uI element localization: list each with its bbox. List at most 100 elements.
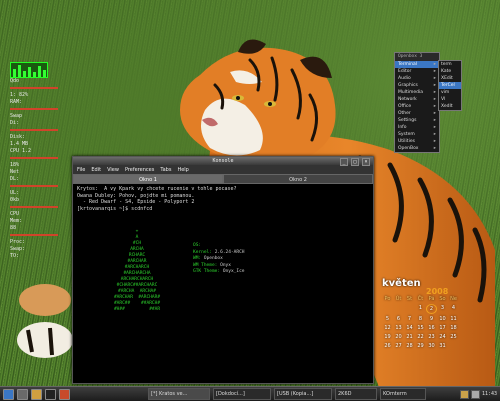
menu-item-audio[interactable]: Audio ▸ <box>395 75 439 82</box>
clock[interactable]: 11:43 <box>482 391 497 397</box>
calendar-day[interactable]: 24 <box>437 333 448 341</box>
minimize-button[interactable]: _ <box>340 158 348 166</box>
calendar-day[interactable]: 7 <box>404 315 415 323</box>
menu-item-terminal[interactable]: Terminal ▸ <box>395 61 439 68</box>
calendar-day[interactable]: 22 <box>415 333 426 341</box>
calendar-day[interactable] <box>382 304 393 314</box>
calendar-day[interactable] <box>448 342 459 350</box>
tray-icon[interactable] <box>459 389 469 399</box>
calendar-day[interactable]: 2 <box>426 304 437 314</box>
menu-view[interactable]: View <box>107 167 119 173</box>
submenu-item[interactable]: VI <box>439 96 461 103</box>
desktop-icon[interactable] <box>17 388 28 400</box>
calendar-day[interactable] <box>393 304 404 314</box>
calendar-day[interactable]: 23 <box>426 333 437 341</box>
calendar-day[interactable]: 12 <box>382 324 393 332</box>
calendar-day[interactable]: 11 <box>448 315 459 323</box>
terminal-launcher-icon[interactable] <box>45 388 56 400</box>
calendar-day[interactable]: 8 <box>415 315 426 323</box>
tab-okno-2[interactable]: Okno 2 <box>223 174 373 184</box>
taskbar-task[interactable]: KOmterm <box>380 388 426 400</box>
maximize-button[interactable]: □ <box>351 158 359 166</box>
calendar-day[interactable]: 26 <box>382 342 393 350</box>
menu-item-utilities[interactable]: Utilities ▸ <box>395 138 439 145</box>
submenu-arrow-icon: ▸ <box>433 132 436 137</box>
conky-line: 18% <box>10 162 20 168</box>
calendar-day[interactable]: 31 <box>437 342 448 350</box>
terminal-output[interactable]: Krytos: A vy Kpark vy chcete rucenie v t… <box>73 184 373 214</box>
taskbar-task[interactable]: [Dokdocí...] <box>213 388 271 400</box>
calendar-day[interactable]: 27 <box>393 342 404 350</box>
menu-item-system[interactable]: System ▸ <box>395 131 439 138</box>
info-value: Onyx <box>220 262 231 268</box>
start-menu-icon[interactable] <box>3 388 14 400</box>
submenu-item[interactable]: XedIt <box>439 103 461 110</box>
calendar-day[interactable]: 30 <box>426 342 437 350</box>
menu-item-editor[interactable]: Editor ▸ <box>395 68 439 75</box>
menu-item-graphics[interactable]: Graphics ▸ <box>395 82 439 89</box>
menu-tabs[interactable]: Tabs <box>160 167 171 173</box>
info-value: 2.6.24-ARCH <box>214 249 245 255</box>
calendar-day[interactable]: 25 <box>448 333 459 341</box>
calendar-day[interactable]: 5 <box>382 315 393 323</box>
calendar-day[interactable]: 16 <box>426 324 437 332</box>
calendar-day[interactable]: 21 <box>404 333 415 341</box>
calendar-weekday: Čt <box>417 296 424 302</box>
submenu-item[interactable]: term <box>439 61 461 68</box>
calendar-day[interactable]: 1 <box>415 304 426 314</box>
menu-item-other[interactable]: Other ▸ <box>395 110 439 117</box>
taskbar-task[interactable]: [*] Kratos ve... <box>148 388 210 400</box>
menu-item-multimedia[interactable]: Multimedia ▸ <box>395 89 439 96</box>
submenu-arrow-icon: ▸ <box>433 69 436 74</box>
menu-item-info[interactable]: Info ▸ <box>395 124 439 131</box>
submenu-item[interactable]: XEdit <box>439 75 461 82</box>
conky-line: Di: <box>10 120 20 126</box>
menu-item-network[interactable]: Network ▸ <box>395 96 439 103</box>
tray-icon[interactable] <box>470 389 480 399</box>
tab-okno-1[interactable]: Okno 1 <box>73 174 223 184</box>
logo-line: #H## ##AR <box>113 307 161 312</box>
calendar-day[interactable]: 29 <box>415 342 426 350</box>
calendar-day[interactable]: 13 <box>393 324 404 332</box>
taskbar-task[interactable]: [USB (Kopia...] <box>274 388 332 400</box>
menu-item-office[interactable]: Office ▸ <box>395 103 439 110</box>
menu-item-settings[interactable]: Settings ▸ <box>395 117 439 124</box>
menu-preferences[interactable]: Preferences <box>125 167 154 173</box>
calendar-day[interactable]: 19 <box>382 333 393 341</box>
calendar-weekday: Út <box>395 296 402 302</box>
menu-item-openbox[interactable]: OpenBox ▸ <box>395 145 439 152</box>
menu-help[interactable]: Help <box>177 167 188 173</box>
calendar-day[interactable]: 17 <box>437 324 448 332</box>
calendar-day[interactable]: 15 <box>415 324 426 332</box>
file-manager-icon[interactable] <box>31 388 42 400</box>
close-button[interactable]: × <box>362 158 370 166</box>
conky-line: 1.4 MB <box>10 141 29 147</box>
conky-bar <box>10 108 58 110</box>
conky-line: CPU 1.2 <box>10 148 32 154</box>
calendar-day[interactable]: 28 <box>404 342 415 350</box>
terminal-titlebar[interactable]: Konsole _ □ × <box>73 157 373 166</box>
menu-file[interactable]: File <box>77 167 85 173</box>
calendar-day[interactable]: 9 <box>426 315 437 323</box>
calendar-weekday: Po <box>384 296 391 302</box>
system-info: OS: Kernel: 2.6.24-ARCH WM: Openbox WM T… <box>193 243 245 276</box>
calendar-day[interactable]: 18 <box>448 324 459 332</box>
calendar-day[interactable]: 3 <box>437 304 448 314</box>
terminal-window[interactable]: Konsole _ □ × File Edit View Preferences… <box>72 156 374 384</box>
conky-line: DL: <box>10 176 20 182</box>
browser-icon[interactable] <box>59 388 70 400</box>
taskbar-task[interactable]: 2K6D <box>335 388 377 400</box>
submenu-item[interactable]: Kate <box>439 68 461 75</box>
calendar-day[interactable]: 10 <box>437 315 448 323</box>
arch-ascii-logo: + A #CH ARCHA RCHARC #ARCHAR #ARCHARCH #… <box>77 229 197 313</box>
calendar-day[interactable]: 20 <box>393 333 404 341</box>
calendar-day[interactable] <box>404 304 415 314</box>
calendar-day[interactable]: 14 <box>404 324 415 332</box>
menu-item-label: Multimedia <box>398 90 424 95</box>
menu-edit[interactable]: Edit <box>91 167 101 173</box>
submenu-item[interactable]: TerCel <box>439 82 461 89</box>
info-key: WM: <box>193 256 202 261</box>
calendar-day[interactable]: 6 <box>393 315 404 323</box>
submenu-item[interactable]: vim <box>439 89 461 96</box>
calendar-day[interactable]: 4 <box>448 304 459 314</box>
